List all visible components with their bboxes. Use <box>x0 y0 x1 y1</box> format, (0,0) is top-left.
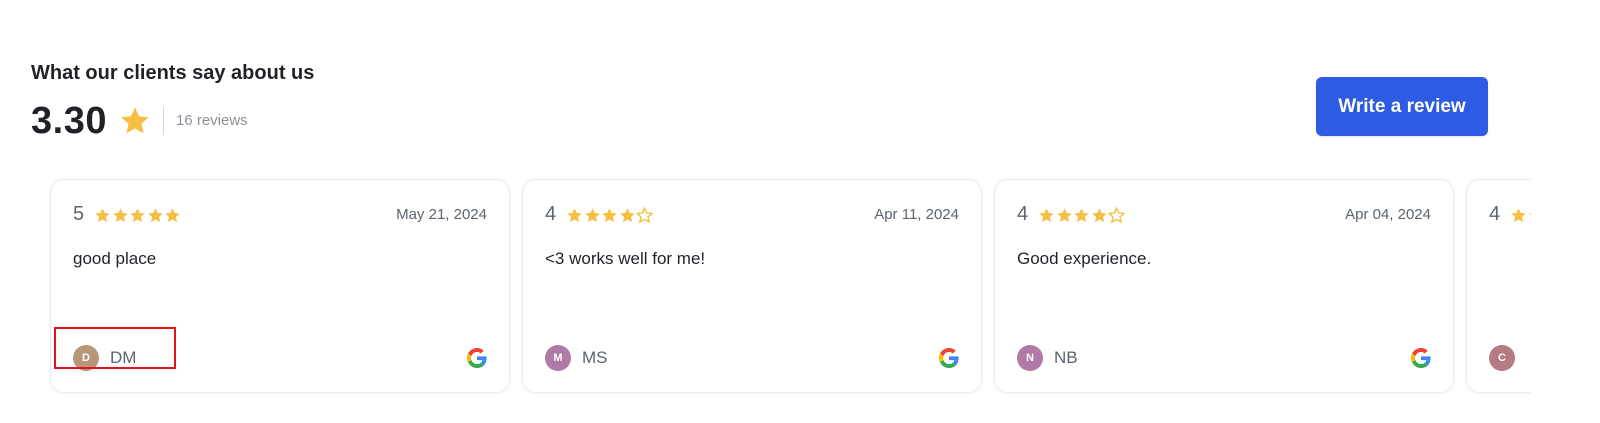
review-rating: 4 <box>1489 202 1531 226</box>
review-card-header: 4 Apr 11, 2024 <box>545 202 959 226</box>
star-filled-icon <box>147 208 163 223</box>
review-rating-value: 4 <box>545 203 557 225</box>
write-review-button[interactable]: Write a review <box>1316 77 1488 136</box>
star-empty-icon <box>636 207 654 224</box>
star-filled-icon <box>602 208 617 223</box>
average-rating: 3.30 <box>31 100 107 142</box>
avatar: D <box>73 345 99 371</box>
review-card-footer: C <box>1489 345 1531 371</box>
review-stars <box>1038 207 1126 224</box>
avatar: N <box>1017 345 1043 371</box>
avatar: M <box>545 345 571 371</box>
review-text: Good experience. <box>1017 249 1152 268</box>
google-icon <box>467 348 487 368</box>
author-name: DM <box>110 348 137 367</box>
star-filled-icon <box>619 208 635 223</box>
review-rating: 5 <box>73 202 182 226</box>
google-icon <box>1411 348 1431 368</box>
star-filled-icon <box>165 208 180 223</box>
star-filled-icon <box>1511 208 1526 223</box>
review-rating: 4 <box>1017 202 1126 226</box>
star-icon <box>121 107 149 134</box>
reviews-carousel[interactable]: 5 May 21, 2024 good place D DM 4 Apr 11,… <box>48 177 1531 397</box>
star-filled-icon <box>1528 213 1531 216</box>
review-card-header: 5 May 21, 2024 <box>73 202 487 226</box>
star-filled-icon <box>567 208 582 223</box>
review-rating: 4 <box>545 202 654 226</box>
review-text: good place <box>73 249 157 268</box>
star-empty-icon <box>1108 207 1126 224</box>
review-card-header: 4 <box>1489 202 1531 226</box>
star-filled-icon <box>130 208 145 223</box>
review-rating-value: 4 <box>1017 203 1029 225</box>
review-card-footer: N NB <box>1017 345 1431 371</box>
review-card-header: 4 Apr 04, 2024 <box>1017 202 1431 226</box>
review-card[interactable]: 4 Apr 04, 2024 Good experience. N NB <box>994 179 1454 393</box>
review-date: Apr 11, 2024 <box>874 205 959 223</box>
star-filled-icon <box>1091 208 1107 223</box>
star-filled-icon <box>112 208 128 223</box>
reviews-track: 5 May 21, 2024 good place D DM 4 Apr 11,… <box>48 177 1531 393</box>
reviews-widget: What our clients say about us 3.30 16 re… <box>0 0 1600 423</box>
rating-summary: 3.30 16 reviews <box>31 98 248 144</box>
review-count: 16 reviews <box>175 112 248 129</box>
star-filled-icon <box>1074 208 1089 223</box>
review-card[interactable]: 4 C <box>1466 179 1531 393</box>
star-filled-icon <box>584 208 600 223</box>
review-stars <box>566 207 654 224</box>
review-card[interactable]: 5 May 21, 2024 good place D DM <box>50 179 510 393</box>
star-filled-icon <box>95 208 110 223</box>
review-author: D DM <box>73 345 136 371</box>
star-filled-icon <box>1056 208 1072 223</box>
review-rating-value: 5 <box>73 203 85 225</box>
review-text: <3 works well for me! <box>545 249 706 268</box>
review-card-footer: D DM <box>73 345 487 371</box>
section-title: What our clients say about us <box>31 62 315 84</box>
divider <box>162 107 164 135</box>
review-stars <box>94 207 182 224</box>
review-rating-value: 4 <box>1489 203 1501 225</box>
avatar: C <box>1489 345 1515 371</box>
author-name: NB <box>1054 348 1078 367</box>
review-stars <box>1510 207 1531 224</box>
review-author: N NB <box>1017 345 1078 371</box>
review-date: Apr 04, 2024 <box>1345 205 1431 223</box>
review-card-footer: M MS <box>545 345 959 371</box>
google-icon <box>939 348 959 368</box>
author-name: MS <box>582 348 608 367</box>
review-date: May 21, 2024 <box>396 205 487 223</box>
star-filled-icon <box>1039 208 1054 223</box>
review-card[interactable]: 4 Apr 11, 2024 <3 works well for me! M M… <box>522 179 982 393</box>
review-author: M MS <box>545 345 608 371</box>
review-author: C <box>1489 345 1526 371</box>
